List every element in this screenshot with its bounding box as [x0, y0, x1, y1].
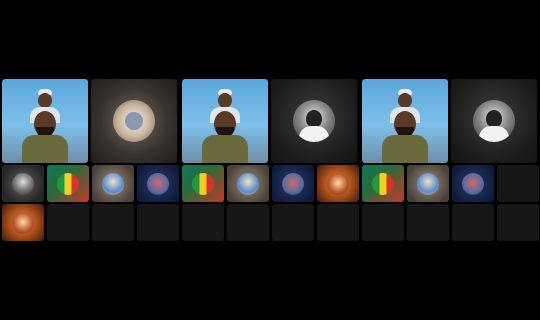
avatar-thumbnail — [327, 172, 349, 195]
thumbnail-tile[interactable] — [317, 165, 359, 202]
participant-tile[interactable] — [91, 79, 177, 163]
thumbnail-tile[interactable] — [2, 204, 44, 241]
empty-tile — [182, 204, 224, 241]
thumbnail-tile[interactable] — [92, 165, 134, 202]
empty-tile — [497, 204, 539, 241]
avatar-thumbnail — [462, 172, 484, 195]
main-video-tile[interactable] — [182, 79, 268, 163]
thumbnail-tile[interactable] — [272, 165, 314, 202]
empty-tile — [227, 204, 269, 241]
participant-tile[interactable] — [451, 79, 537, 163]
avatar-thumbnail — [57, 172, 79, 195]
avatar-thumbnail — [192, 172, 214, 195]
thumbnail-tile[interactable] — [227, 165, 269, 202]
participant-foreground-person — [202, 111, 248, 163]
main-video-tile[interactable] — [362, 79, 448, 163]
empty-tile — [47, 204, 89, 241]
thumbnail-tile[interactable] — [2, 165, 44, 202]
call-panel-2 — [182, 79, 359, 242]
participant-avatar — [473, 100, 515, 142]
empty-tile — [362, 204, 404, 241]
call-panel-3 — [362, 79, 539, 242]
avatar-thumbnail — [372, 172, 394, 195]
empty-tile — [452, 204, 494, 241]
empty-tile — [137, 204, 179, 241]
avatar-thumbnail — [417, 172, 439, 195]
thumbnail-tile[interactable] — [407, 165, 449, 202]
avatar-thumbnail — [12, 211, 34, 234]
participant-avatar — [293, 100, 335, 142]
thumbnail-tile[interactable] — [47, 165, 89, 202]
avatar-thumbnail — [147, 172, 169, 195]
empty-tile — [497, 165, 539, 202]
empty-tile — [272, 204, 314, 241]
thumbnail-tile[interactable] — [452, 165, 494, 202]
participant-tile[interactable] — [271, 79, 357, 163]
main-video-tile[interactable] — [2, 79, 88, 163]
empty-tile — [92, 204, 134, 241]
participant-avatar — [113, 100, 155, 142]
thumbnail-tile[interactable] — [362, 165, 404, 202]
avatar-thumbnail — [237, 172, 259, 195]
thumbnail-tile[interactable] — [182, 165, 224, 202]
avatar-thumbnail — [282, 172, 304, 195]
avatar-thumbnail — [12, 172, 34, 195]
empty-tile — [407, 204, 449, 241]
call-panel-1 — [2, 79, 179, 242]
participant-foreground-person — [382, 111, 428, 163]
thumbnail-tile[interactable] — [137, 165, 179, 202]
participant-foreground-person — [22, 111, 68, 163]
avatar-thumbnail — [102, 172, 124, 195]
empty-tile — [317, 204, 359, 241]
